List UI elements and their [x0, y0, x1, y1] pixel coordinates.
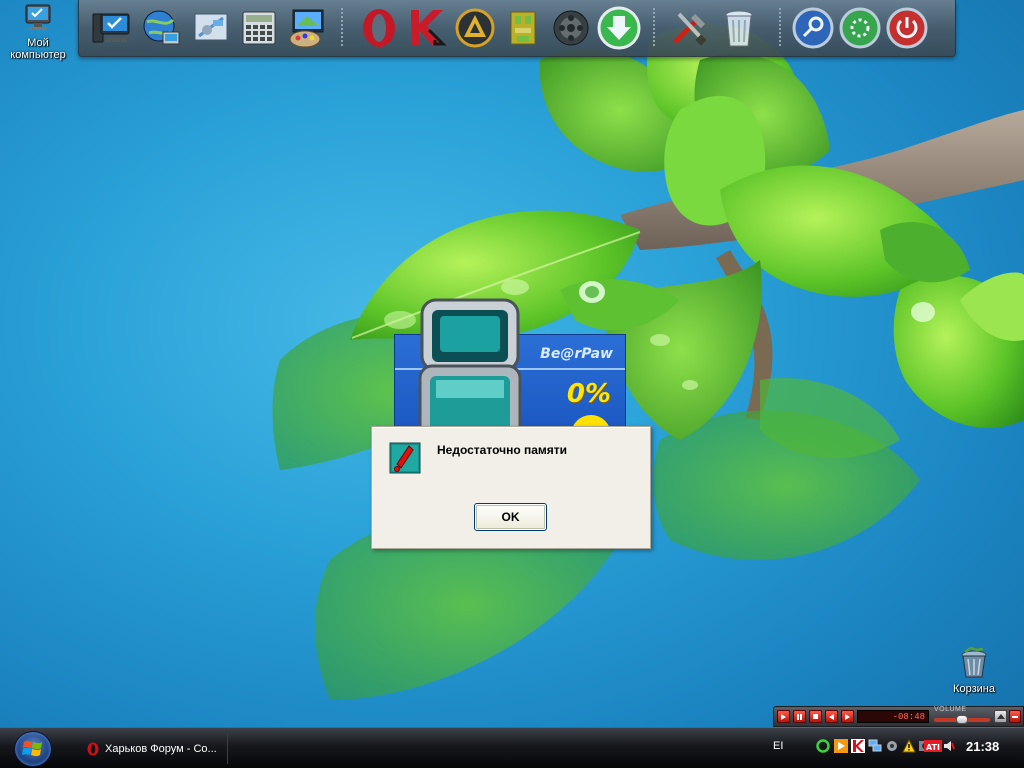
start-button[interactable]: [14, 731, 52, 767]
tray-kaspersky-icon[interactable]: [851, 739, 865, 753]
dock-item-paint[interactable]: [283, 4, 331, 52]
taskbar-item-opera[interactable]: Харьков Форум - Co...: [80, 734, 228, 764]
power-saver-icon: [839, 7, 881, 49]
tools-icon: [673, 12, 707, 46]
ok-button[interactable]: OK: [474, 503, 547, 531]
opera-taskbar-icon: [87, 742, 99, 756]
next-icon: [845, 714, 850, 720]
desktop-icon-my-computer[interactable]: Мой компьютер: [0, 2, 76, 61]
dock-item-icq[interactable]: [499, 4, 547, 52]
paint-icon: [289, 9, 324, 48]
taskbar-item-opera-label: Харьков Форум - Co...: [105, 743, 217, 755]
dialog-message: Недостаточно памяти: [437, 443, 568, 457]
splash-progress-text: 0%: [566, 379, 611, 409]
tray-device-icon[interactable]: [885, 739, 899, 753]
prev-icon: [829, 714, 834, 720]
dock-item-control-panel[interactable]: [187, 4, 235, 52]
my-computer-icon: [25, 4, 51, 30]
player-pause-button[interactable]: [793, 710, 806, 723]
aimp-icon: [455, 8, 495, 48]
clock[interactable]: 21:38: [966, 739, 999, 754]
splash-brand: Be@rPaw: [540, 346, 613, 362]
player-eject-button[interactable]: [994, 710, 1007, 723]
dock-item-aimp[interactable]: [451, 4, 499, 52]
windows-logo-icon: [22, 740, 42, 757]
player-next-button[interactable]: [841, 710, 854, 723]
tray-media-icon[interactable]: [834, 739, 848, 753]
dock-item-kaspersky[interactable]: [403, 4, 451, 52]
volume-icon[interactable]: [942, 739, 956, 753]
player-play-button[interactable]: [777, 710, 790, 723]
icq-icon: [510, 11, 536, 45]
dock-item-power-saver[interactable]: [836, 4, 884, 52]
close-icon: [1012, 716, 1018, 718]
dock-item-shutdown[interactable]: [883, 4, 931, 52]
my-computer-label-line1: Мой: [27, 37, 49, 49]
shutdown-icon: [886, 7, 928, 49]
top-dock: [78, 0, 956, 57]
calculator-icon: [242, 11, 276, 45]
ati-icon[interactable]: ATI: [924, 739, 942, 753]
dock-separator: [779, 8, 781, 48]
dock-item-recycle-bin[interactable]: [715, 4, 763, 52]
svg-text:ATI: ATI: [926, 743, 940, 752]
player-close-button[interactable]: [1009, 710, 1021, 723]
dock-separator: [653, 8, 655, 48]
pause-icon: [797, 714, 802, 720]
recycle-bin-desktop-icon: [961, 646, 987, 678]
volume-label: VOLUME: [934, 706, 967, 713]
error-dialog: Недостаточно памяти OK: [371, 426, 651, 549]
dock-item-search[interactable]: [789, 4, 837, 52]
recycle-bin-label: Корзина: [953, 683, 995, 695]
film-reel-icon: [553, 10, 589, 46]
system-tray: ATI: [814, 737, 956, 757]
recycle-bin-icon: [725, 10, 753, 47]
player-stop-button[interactable]: [809, 710, 822, 723]
download-icon: [597, 6, 641, 50]
my-computer-label-line2: компьютер: [10, 49, 66, 61]
desktop-icon-recycle-bin[interactable]: Корзина: [936, 646, 1012, 695]
dock-item-network[interactable]: [137, 4, 185, 52]
player-time-display: -08:48: [857, 710, 929, 723]
search-icon: [792, 7, 834, 49]
error-icon: [389, 442, 421, 474]
dock-item-computer[interactable]: [87, 4, 135, 52]
kaspersky-icon: [411, 10, 447, 46]
network-globe-icon: [143, 10, 180, 45]
dock-item-download[interactable]: [595, 4, 643, 52]
dock-separator: [341, 8, 343, 48]
opera-icon: [363, 9, 395, 47]
computer-icon: [92, 13, 130, 43]
taskbar: Харьков Форум - Co... EI ATI 21:38: [0, 727, 1024, 768]
play-icon: [781, 714, 786, 720]
tray-network-icon[interactable]: [868, 739, 882, 753]
tray-warning-icon[interactable]: [902, 739, 916, 753]
language-indicator[interactable]: EI: [773, 740, 783, 752]
dock-item-opera[interactable]: [355, 4, 403, 52]
control-panel-icon: [194, 13, 228, 41]
tray-green-ring-icon[interactable]: [816, 739, 830, 753]
stop-icon: [813, 714, 818, 719]
player-prev-button[interactable]: [825, 710, 838, 723]
dock-item-film[interactable]: [547, 4, 595, 52]
dock-item-tools[interactable]: [665, 4, 713, 52]
eject-icon: [996, 714, 1005, 719]
dock-item-calculator[interactable]: [235, 4, 283, 52]
volume-slider-thumb[interactable]: [956, 715, 968, 724]
